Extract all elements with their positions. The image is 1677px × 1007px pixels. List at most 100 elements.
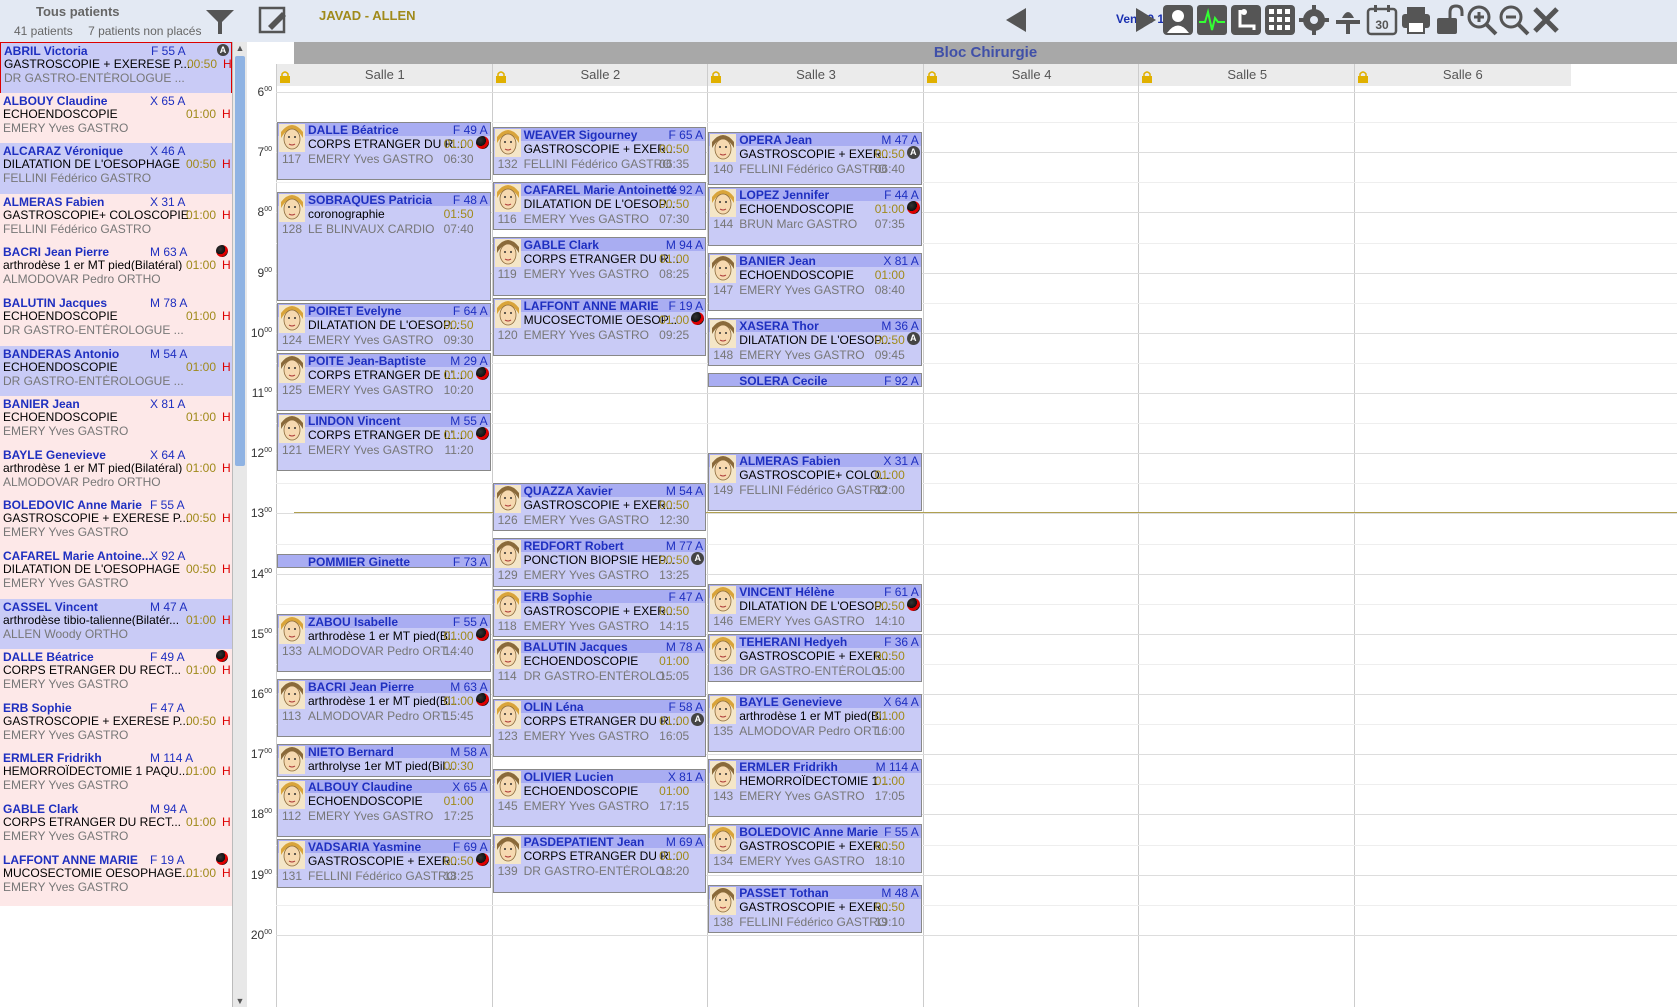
- room-header[interactable]: Salle 4: [922, 64, 1140, 86]
- list-item[interactable]: ALBOUY Claudine X 65 A ECHOENDOSCOPIE 01:00…: [0, 92, 232, 147]
- hospitalization-flag: H: [222, 106, 231, 121]
- list-item[interactable]: ALCARAZ Véronique X 46 A DILATATION DE L'O…: [0, 143, 232, 198]
- list-item[interactable]: ERMLER Fridrikh M 114 A HEMORROÏDECTOMIE 1…: [0, 750, 232, 805]
- list-item[interactable]: GABLE Clark M 94 A CORPS ETRANGER DU RECT.…: [0, 801, 232, 855]
- appointment-block[interactable]: PASSET Tothan M 48 A GASTROSCOPIE + EXER..…: [708, 884, 922, 933]
- appointment-block[interactable]: WEAVER Sigourney F 65 A GASTROSCOPIE + EXE…: [492, 127, 707, 176]
- appointment-block[interactable]: BAYLE Genevieve X 64 Aarthrodèse 1 er MT …: [708, 694, 922, 753]
- hour-minutes: 00: [264, 447, 272, 455]
- procedure: HEMORROÏDECTOMIE 1 ...: [739, 775, 892, 788]
- appointment-block[interactable]: OLIN Léna F 58 A CORPS ETRANGER DU R... 01:…: [492, 699, 707, 758]
- lock-icon[interactable]: [495, 68, 506, 83]
- appointment-block[interactable]: BOLEDOVIC Anne Marie F 55 A GASTROSCOPIE +…: [708, 824, 922, 873]
- appointment-block[interactable]: POITE Jean-Baptiste M 29 A CORPS ETRANGER …: [277, 352, 491, 412]
- zoom-out-icon[interactable]: [1498, 4, 1530, 36]
- appointment-block[interactable]: LINDON Vincent M 55 A CORPS ETRANGER DE L'…: [277, 413, 491, 472]
- appointment-block[interactable]: PASDEPATIENT Jean M 69 A CORPS ETRANGER DU…: [492, 834, 707, 893]
- appointment-block[interactable]: LAFFONT ANNE MARIE F 19 A MUCOSECTOMIE OES…: [492, 297, 707, 356]
- user-icon[interactable]: [1162, 4, 1194, 36]
- appointment-block[interactable]: TEHERANI Hedyeh F 36 A GASTROSCOPIE + EXER…: [708, 633, 922, 682]
- appointment-block[interactable]: VINCENT Hélène F 61 A DILATATION DE L'OESO…: [708, 583, 922, 632]
- scroll-up-icon[interactable]: ▲: [233, 42, 247, 54]
- unlock-icon[interactable]: [1434, 4, 1466, 36]
- appointment-block[interactable]: BALUTIN Jacques M 78 A ECHOENDOSCOPIE 01:00…: [492, 638, 707, 697]
- list-item[interactable]: BANDERAS Antonio M 54 A ECHOENDOSCOPIE 01:0…: [0, 345, 232, 400]
- scroll-down-icon[interactable]: ▼: [233, 995, 247, 1007]
- room-header[interactable]: Salle 2: [491, 64, 709, 86]
- appointment-block[interactable]: BANIER Jean X 81 A ECHOENDOSCOPIE 01:00 EMER…: [708, 252, 922, 311]
- appointment-block[interactable]: ZABOU Isabelle F 55 Aarthrodèse 1 er MT p…: [277, 613, 491, 672]
- list-item[interactable]: BACRI Jean Pierre M 63 Aarthrodèse 1 er M…: [0, 244, 232, 299]
- list-item[interactable]: CAFAREL Marie Antoine... X 92 A DILATATION…: [0, 548, 232, 602]
- list-item[interactable]: ABRIL Victoria F 55 A GASTROSCOPIE + EXERE…: [0, 42, 232, 96]
- appointment-block[interactable]: CAFAREL Marie Antoinette X 92 A DILATATION…: [492, 182, 707, 231]
- doctor: EMERY Yves GASTRO: [523, 514, 649, 527]
- list-item[interactable]: BALUTIN Jacques M 78 A ECHOENDOSCOPIE 01:00…: [0, 295, 232, 349]
- list-item[interactable]: BOLEDOVIC Anne Marie F 55 A GASTROSCOPIE +…: [0, 497, 232, 552]
- appointment-block[interactable]: NIETO Bernard M 58 Aarthrolyse 1er MT pie…: [277, 744, 491, 778]
- appointment-block[interactable]: POMMIER Ginette F 73 A: [277, 553, 491, 568]
- room-column[interactable]: [1138, 86, 1355, 1007]
- hour-minutes: 00: [264, 86, 272, 93]
- seat-icon[interactable]: [1230, 4, 1262, 36]
- appointment-block[interactable]: SOLERA Cecile F 92 A: [708, 372, 922, 387]
- appointment-block[interactable]: DALLE Béatrice F 49 A CORPS ETRANGER DU R.…: [277, 122, 491, 181]
- doctor: EMERY Yves GASTRO: [308, 383, 434, 396]
- print-icon[interactable]: [1400, 4, 1432, 36]
- list-item[interactable]: CASSEL Vincent M 47 Aarthrodèse tibio-tal…: [0, 598, 232, 653]
- lock-icon[interactable]: [280, 68, 290, 83]
- room-column[interactable]: [922, 86, 1140, 1007]
- grid-icon[interactable]: [1264, 4, 1296, 36]
- patient-sex-age: M 94 A: [665, 238, 704, 253]
- patient-sex-age: F 49 A: [150, 650, 185, 665]
- previous-day-icon[interactable]: [1000, 4, 1032, 36]
- appointment-block[interactable]: XASERA Thor M 36 A DILATATION DE L'OESOP..…: [708, 317, 922, 366]
- appointment-block[interactable]: BACRI Jean Pierre M 63 Aarthrodèse 1 er M…: [277, 678, 491, 738]
- patient-sex-age: X 81 A: [883, 253, 919, 268]
- appointment-block[interactable]: VADSARIA Yasmine F 69 A GASTROSCOPIE + EXE…: [277, 839, 491, 888]
- room-header[interactable]: Salle 1: [276, 64, 493, 86]
- appointment-block[interactable]: ALBOUY Claudine X 65 A ECHOENDOSCOPIE 01:00…: [277, 779, 491, 838]
- list-item[interactable]: ERB Sophie F 47 A GASTROSCOPIE + EXERESE P…: [0, 699, 232, 754]
- appointment-block[interactable]: OLIVIER Lucien X 81 A ECHOENDOSCOPIE 01:00 E…: [492, 769, 707, 828]
- list-item[interactable]: ALMERAS Fabien X 31 A GASTROSCOPIE+ COLOSC…: [0, 193, 232, 248]
- cloud-icon[interactable]: [1332, 4, 1364, 36]
- lock-icon[interactable]: [1142, 68, 1153, 83]
- appointment-block[interactable]: QUAZZA Xavier M 54 A GASTROSCOPIE + EXER..…: [492, 483, 707, 532]
- room-header[interactable]: Salle 3: [707, 64, 924, 86]
- doctor: EMERY Yves GASTRO: [523, 328, 649, 341]
- appointment-block[interactable]: ALMERAS Fabien X 31 A GASTROSCOPIE+ COLO..…: [708, 453, 922, 512]
- appointment-block[interactable]: ERMLER Fridrikh M 114 A HEMORROÏDECTOMIE 1…: [708, 759, 922, 818]
- appointment-block[interactable]: GABLE Clark M 94 A CORPS ETRANGER DU R... 0…: [492, 237, 707, 296]
- appointment-block[interactable]: SOBRAQUES Patricia F 48 A coronographie 01:…: [277, 192, 491, 301]
- zoom-in-icon[interactable]: [1466, 4, 1498, 36]
- monitor-icon[interactable]: [1196, 4, 1228, 36]
- list-item[interactable]: DALLE Béatrice F 49 A CORPS ETRANGER DU RE…: [0, 649, 232, 704]
- appointment-block[interactable]: REDFORT Robert M 77 A PONCTION BIOPSIE HEP…: [492, 538, 707, 587]
- next-day-icon[interactable]: [1130, 4, 1162, 36]
- lock-icon[interactable]: [711, 68, 722, 83]
- patient-name: ERMLER Fridrikh: [3, 751, 102, 766]
- close-icon[interactable]: [1530, 4, 1562, 36]
- room-column[interactable]: [1354, 86, 1571, 1007]
- hospitalization-flag: H: [222, 815, 231, 829]
- calendar-icon[interactable]: 30: [1366, 4, 1398, 36]
- settings-icon[interactable]: [1298, 4, 1330, 36]
- filter-icon[interactable]: [204, 4, 236, 36]
- sidebar-scrollbar[interactable]: ▲ ▼: [233, 42, 247, 1007]
- scroll-thumb[interactable]: [235, 56, 245, 466]
- appointment-block[interactable]: LOPEZ Jennifer F 44 A ECHOENDOSCOPIE 01:00 B…: [708, 187, 922, 246]
- list-item[interactable]: LAFFONT ANNE MARIE F 19 A MUCOSECTOMIE OES…: [0, 851, 232, 906]
- lock-icon[interactable]: [926, 68, 937, 83]
- lock-icon[interactable]: [1358, 68, 1368, 83]
- appointment-block[interactable]: OPERA Jean M 47 A GASTROSCOPIE + EXER... 00…: [708, 132, 922, 186]
- appointment-block[interactable]: ERB Sophie F 47 A GASTROSCOPIE + EXER... 00…: [492, 588, 707, 637]
- appointment-block[interactable]: POIRET Evelyne F 64 A DILATATION DE L'OESO…: [277, 302, 491, 351]
- doctor: DR GASTRO-ENTÉROLO...: [739, 664, 890, 677]
- list-item[interactable]: BAYLE Genevieve X 64 Aarthrodèse 1 er MT …: [0, 446, 232, 501]
- edit-icon[interactable]: [258, 4, 290, 36]
- room-header[interactable]: Salle 6: [1354, 64, 1571, 86]
- list-item[interactable]: BANIER Jean X 81 A ECHOENDOSCOPIE 01:00 H EME…: [0, 396, 232, 451]
- patient-name: BANIER Jean: [739, 253, 816, 268]
- room-header[interactable]: Salle 5: [1138, 64, 1355, 86]
